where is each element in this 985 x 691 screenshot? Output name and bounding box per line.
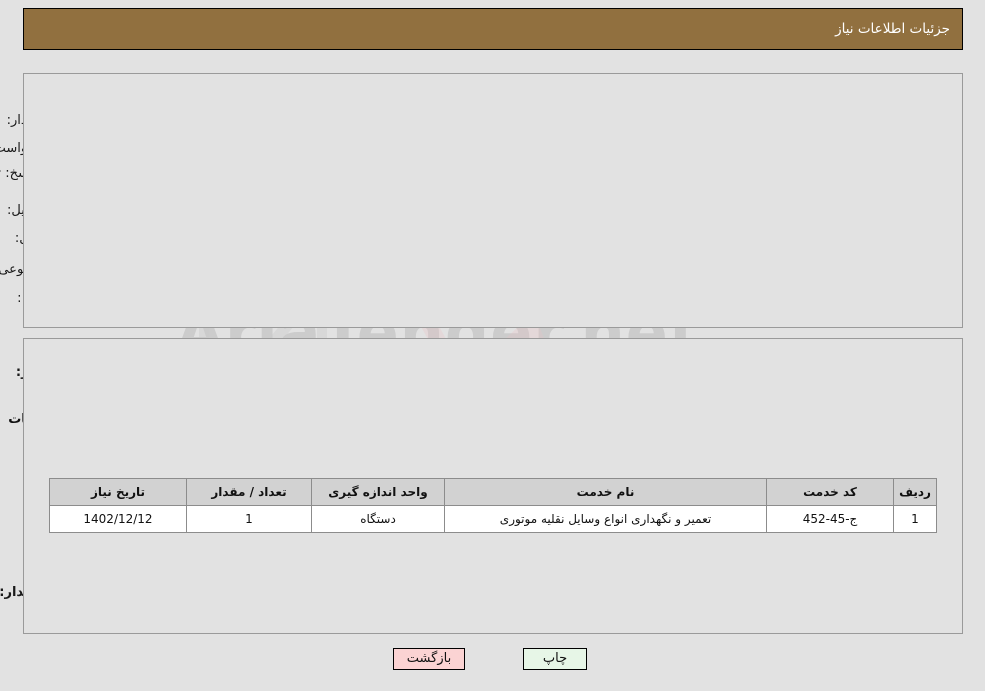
cell-row: 1 [893,505,937,533]
page-title: جزئیات اطلاعات نیاز [23,8,963,50]
services-table: ردیف کد خدمت نام خدمت واحد اندازه گیری ت… [49,478,937,533]
cell-qty: 1 [186,505,312,533]
cell-code: ج-45-452 [766,505,894,533]
cell-name: تعمیر و نگهداری انواع وسایل نقلیه موتوری [444,505,767,533]
need-info-panel [23,73,963,328]
col-code: کد خدمت [766,478,894,506]
cell-date: 1402/12/12 [49,505,187,533]
back-button[interactable]: بازگشت [393,648,465,670]
col-row: ردیف [893,478,937,506]
cell-unit: دستگاه [311,505,445,533]
col-qty: تعداد / مقدار [186,478,312,506]
col-unit: واحد اندازه گیری [311,478,445,506]
table-header-row: ردیف کد خدمت نام خدمت واحد اندازه گیری ت… [49,478,937,506]
col-name: نام خدمت [444,478,767,506]
print-button[interactable]: چاپ [523,648,587,670]
col-date: تاریخ نیاز [49,478,187,506]
table-row: 1 ج-45-452 تعمیر و نگهداری انواع وسایل ن… [49,505,937,533]
page-root: AriaTender.net جزئیات اطلاعات نیاز شماره… [0,0,985,691]
